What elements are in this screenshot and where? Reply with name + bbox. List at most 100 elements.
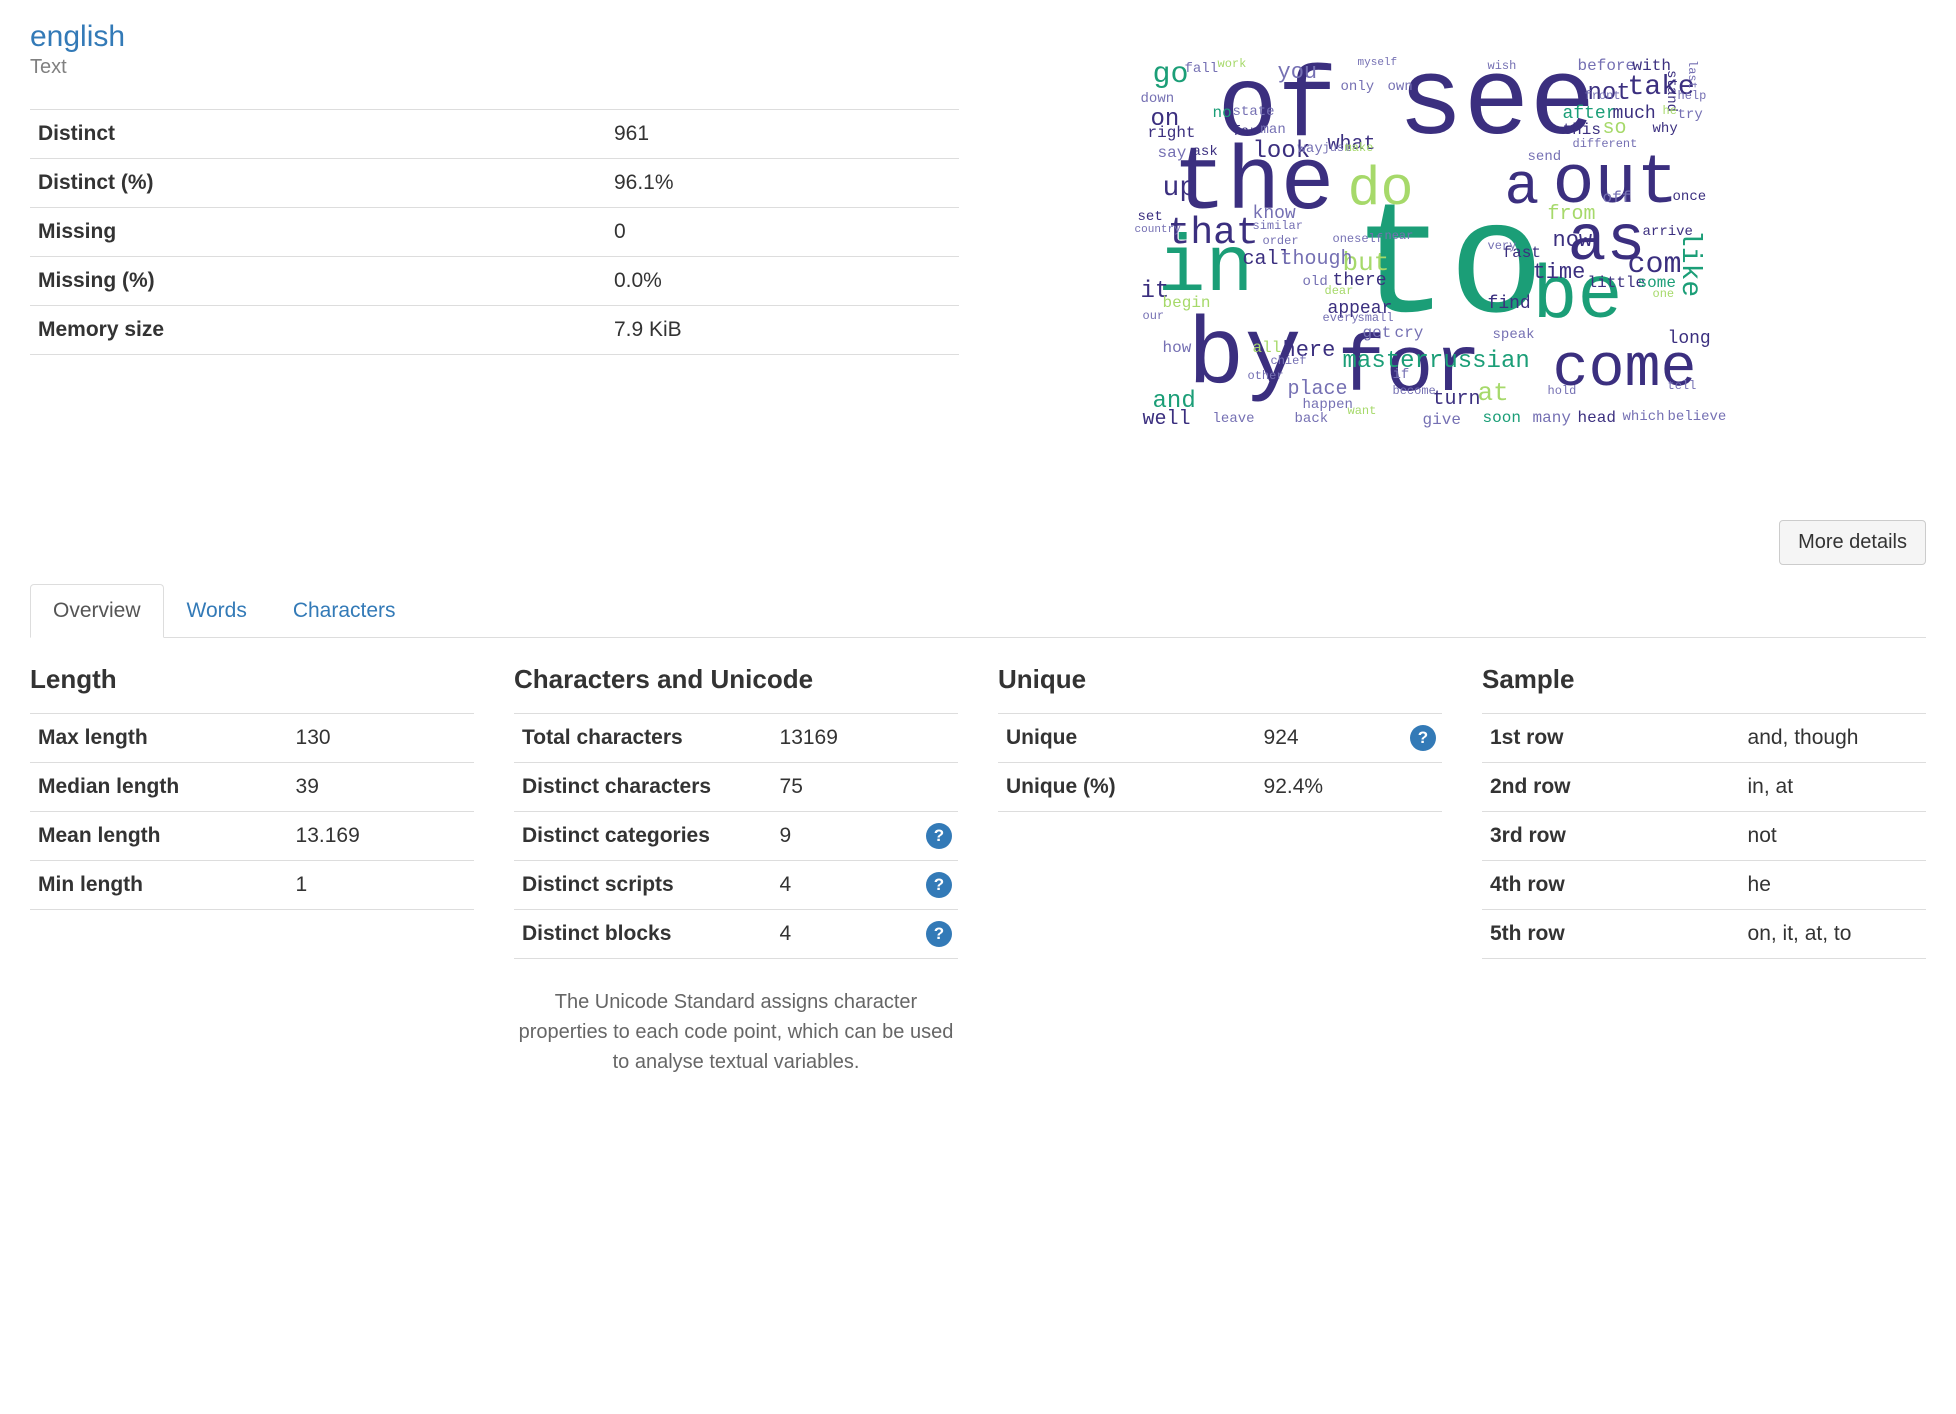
table-row: 3rd rownot bbox=[1482, 812, 1926, 861]
wordcloud-word: myself bbox=[1358, 58, 1398, 69]
wordcloud-word: time bbox=[1533, 262, 1586, 284]
stat-label: Distinct (%) bbox=[30, 159, 606, 208]
summary-stats-table: Distinct961Distinct (%)96.1%Missing0Miss… bbox=[30, 109, 959, 355]
wordcloud-word: this bbox=[1563, 122, 1601, 138]
wordcloud-word: which bbox=[1623, 410, 1665, 424]
stat-value: 92.4% bbox=[1256, 763, 1442, 812]
stat-label: Min length bbox=[30, 861, 288, 910]
table-row: Mean length13.169 bbox=[30, 812, 474, 861]
wordcloud-word: from bbox=[1548, 205, 1596, 225]
stat-value: 130 bbox=[288, 714, 474, 763]
table-row: 2nd rowin, at bbox=[1482, 763, 1926, 812]
wordcloud-word: before bbox=[1578, 58, 1636, 74]
wordcloud-word: go bbox=[1153, 60, 1189, 90]
wordcloud-word: up bbox=[1163, 175, 1197, 203]
wordcloud-word: like bbox=[1675, 230, 1703, 297]
stat-value: 13.169 bbox=[288, 812, 474, 861]
wordcloud-word: tell bbox=[1668, 380, 1697, 392]
wordcloud-word: a bbox=[1505, 160, 1540, 218]
wordcloud-word: get bbox=[1363, 325, 1392, 341]
stat-value: 13169 bbox=[772, 714, 958, 763]
wordcloud-word: many bbox=[1533, 410, 1571, 426]
wordcloud-word: down bbox=[1141, 92, 1175, 106]
wordcloud-word: happen bbox=[1303, 398, 1353, 412]
help-icon[interactable]: ? bbox=[1410, 725, 1436, 751]
more-details-button[interactable]: More details bbox=[1779, 520, 1926, 565]
wordcloud-word: if bbox=[1393, 368, 1410, 382]
help-icon[interactable]: ? bbox=[926, 872, 952, 898]
wordcloud-word: send bbox=[1528, 150, 1562, 164]
stat-value: 4? bbox=[772, 861, 958, 910]
wordcloud-word: say bbox=[1158, 145, 1187, 161]
wordcloud-word: now bbox=[1553, 230, 1593, 252]
stat-value: he bbox=[1740, 861, 1926, 910]
wordcloud-word: long bbox=[1668, 330, 1711, 348]
wordcloud-word: last bbox=[1686, 60, 1698, 89]
length-title: Length bbox=[30, 664, 474, 695]
wordcloud-word: begin bbox=[1163, 295, 1211, 311]
wordcloud-word: off bbox=[1603, 190, 1632, 206]
help-icon[interactable]: ? bbox=[926, 823, 952, 849]
stat-value: 1 bbox=[288, 861, 474, 910]
tab-words[interactable]: Words bbox=[164, 584, 270, 638]
table-row: Max length130 bbox=[30, 714, 474, 763]
wordcloud-word: own bbox=[1388, 80, 1413, 94]
wordcloud-word: hold bbox=[1548, 385, 1577, 397]
detail-tabs: Overview Words Characters bbox=[30, 583, 1926, 638]
wordcloud-word: do bbox=[1348, 162, 1414, 217]
tab-overview[interactable]: Overview bbox=[30, 584, 164, 638]
table-row: Distinct categories9? bbox=[514, 812, 958, 861]
tab-characters[interactable]: Characters bbox=[270, 584, 419, 638]
table-row: Median length39 bbox=[30, 763, 474, 812]
wordcloud-word: every bbox=[1323, 312, 1359, 324]
wordcloud-word: speak bbox=[1493, 328, 1535, 342]
stat-label: Mean length bbox=[30, 812, 288, 861]
unique-panel: Unique Unique924?Unique (%)92.4% bbox=[998, 664, 1442, 1077]
table-row: Distinct961 bbox=[30, 110, 959, 159]
unique-title: Unique bbox=[998, 664, 1442, 695]
wordcloud-word: state bbox=[1233, 105, 1275, 119]
stat-value: 924? bbox=[1256, 714, 1442, 763]
wordcloud-word: work bbox=[1218, 58, 1247, 70]
wordcloud-word: turn bbox=[1433, 390, 1481, 410]
sample-title: Sample bbox=[1482, 664, 1926, 695]
wordcloud-word: try bbox=[1678, 108, 1703, 122]
stat-value: 75 bbox=[772, 763, 958, 812]
stat-label: Max length bbox=[30, 714, 288, 763]
stat-value: 9? bbox=[772, 812, 958, 861]
wordcloud-word: near bbox=[1385, 230, 1414, 242]
table-row: Memory size7.9 KiB bbox=[30, 306, 959, 355]
stat-label: Unique bbox=[998, 714, 1256, 763]
wordcloud-word: our bbox=[1143, 310, 1165, 322]
wordcloud-word: once bbox=[1673, 190, 1707, 204]
wordcloud-word: no bbox=[1213, 105, 1232, 121]
table-row: 4th rowhe bbox=[1482, 861, 1926, 910]
wordcloud-word: why bbox=[1653, 122, 1678, 136]
stat-value: 7.9 KiB bbox=[606, 306, 959, 355]
stat-value: in, at bbox=[1740, 763, 1926, 812]
wordcloud-word: cry bbox=[1395, 325, 1424, 341]
stat-label: Distinct blocks bbox=[514, 910, 772, 959]
table-row: Unique (%)92.4% bbox=[998, 763, 1442, 812]
wordcloud-word: way bbox=[1298, 142, 1323, 156]
stat-label: Total characters bbox=[514, 714, 772, 763]
table-row: Distinct scripts4? bbox=[514, 861, 958, 910]
wordcloud-word: want bbox=[1348, 405, 1377, 417]
wordcloud: toseeofthebyinforbeoutascomedoathatgoonu… bbox=[1133, 50, 1813, 480]
stat-label: Distinct characters bbox=[514, 763, 772, 812]
wordcloud-word: very bbox=[1488, 240, 1517, 252]
table-row: Unique924? bbox=[998, 714, 1442, 763]
stat-label: Unique (%) bbox=[998, 763, 1256, 812]
stat-value: and, though bbox=[1740, 714, 1926, 763]
table-row: 5th rowon, it, at, to bbox=[1482, 910, 1926, 959]
wordcloud-word: become bbox=[1393, 385, 1436, 397]
unicode-note: The Unicode Standard assigns character p… bbox=[514, 987, 958, 1077]
wordcloud-word: front bbox=[1585, 90, 1621, 102]
wordcloud-word: dear bbox=[1325, 285, 1354, 297]
help-icon[interactable]: ? bbox=[926, 921, 952, 947]
stat-label: Memory size bbox=[30, 306, 606, 355]
variable-name[interactable]: english bbox=[30, 20, 959, 54]
wordcloud-word: how bbox=[1163, 340, 1192, 356]
wordcloud-word: so bbox=[1603, 119, 1627, 139]
wordcloud-word: set bbox=[1138, 210, 1163, 224]
